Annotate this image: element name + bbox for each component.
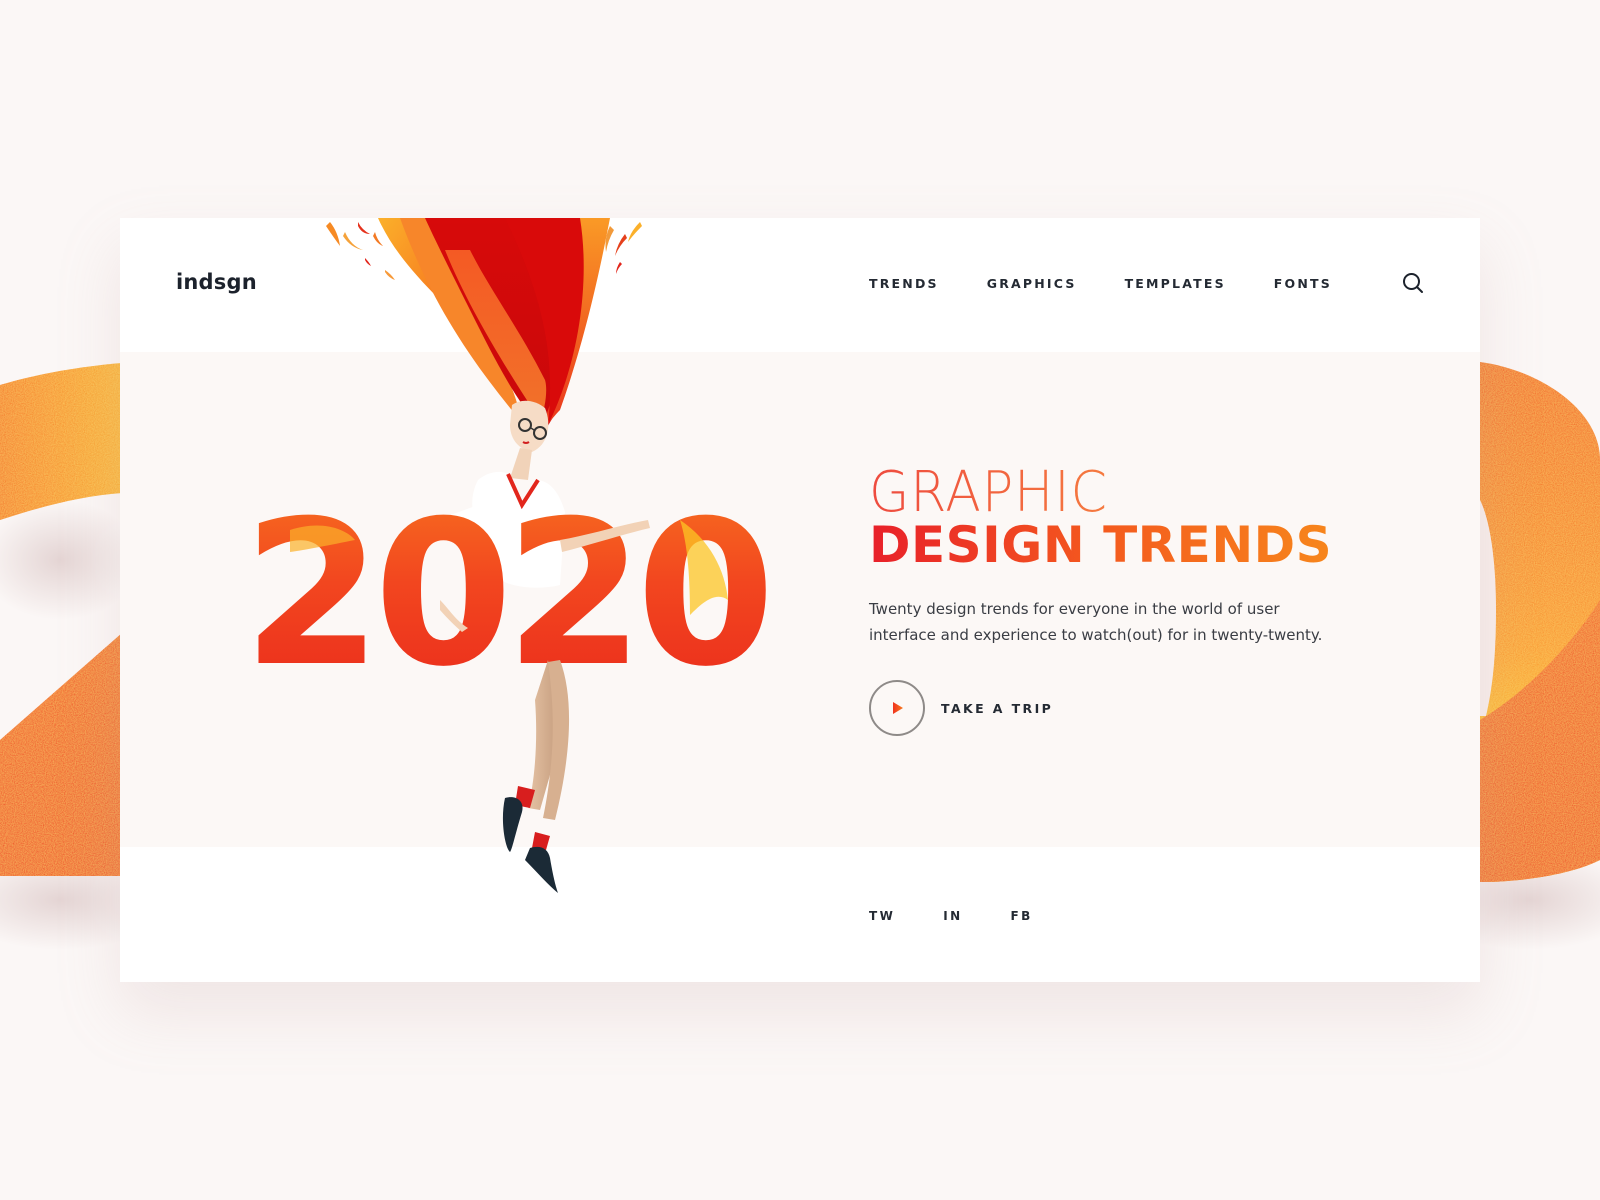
- description-line-2: interface and experience to watch(out) f…: [869, 626, 1323, 644]
- main-nav: TRENDS GRAPHICS TEMPLATES FONTS: [869, 276, 1380, 291]
- landing-card: indsgn TRENDS GRAPHICS TEMPLATES FONTS G…: [120, 218, 1480, 982]
- nav-item-templates[interactable]: TEMPLATES: [1125, 276, 1226, 291]
- play-button-circle[interactable]: [869, 680, 925, 736]
- headline-bold: DESIGN TRENDS: [869, 516, 1333, 574]
- left-shape-top-arc: [0, 363, 122, 520]
- play-icon: [893, 702, 903, 714]
- shape-shadow: [0, 500, 140, 620]
- left-shape-bottom: [0, 633, 122, 876]
- social-link-linkedin[interactable]: IN: [943, 909, 962, 923]
- social-link-twitter[interactable]: TW: [869, 909, 895, 923]
- nav-item-graphics[interactable]: GRAPHICS: [987, 276, 1077, 291]
- take-a-trip-button[interactable]: TAKE A TRIP: [869, 680, 1053, 736]
- description-line-1: Twenty design trends for everyone in the…: [869, 600, 1280, 618]
- social-links: TW IN FB: [869, 909, 1081, 923]
- social-link-facebook[interactable]: FB: [1011, 909, 1033, 923]
- hero-description: Twenty design trends for everyone in the…: [869, 596, 1329, 648]
- logo[interactable]: indsgn: [176, 270, 257, 294]
- cta-label[interactable]: TAKE A TRIP: [941, 701, 1053, 716]
- nav-item-fonts[interactable]: FONTS: [1274, 276, 1332, 291]
- search-button[interactable]: [1402, 272, 1424, 294]
- nav-item-trends[interactable]: TRENDS: [869, 276, 939, 291]
- page: indsgn TRENDS GRAPHICS TEMPLATES FONTS G…: [0, 0, 1600, 1200]
- search-icon: [1403, 273, 1423, 293]
